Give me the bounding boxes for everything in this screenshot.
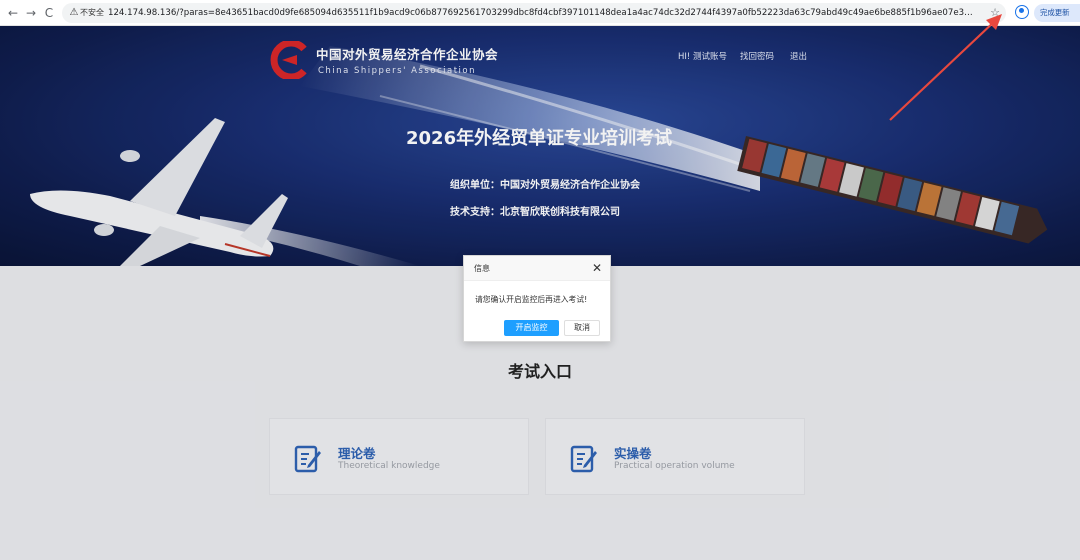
forward-icon[interactable]: → [22, 4, 40, 22]
dialog-title: 信息 [474, 264, 490, 273]
confirm-monitor-dialog: 信息 ✕ 请您确认开启监控后再进入考试! 开启监控 取消 [463, 255, 611, 342]
cancel-button[interactable]: 取消 [564, 320, 600, 336]
insecure-label[interactable]: 不安全 [80, 6, 104, 20]
reload-icon[interactable]: C [40, 4, 58, 22]
dialog-header: 信息 ✕ [464, 256, 610, 281]
annotation-arrow-icon [889, 14, 1002, 121]
close-icon[interactable]: ✕ [592, 260, 602, 276]
update-button[interactable]: 完成更新 [1034, 4, 1080, 22]
profile-icon[interactable] [1015, 5, 1029, 19]
address-bar[interactable]: ⚠ 不安全 124.174.98.136/?paras=8e43651bacd0… [62, 3, 1006, 23]
warning-triangle-icon: ⚠ [69, 7, 79, 18]
back-icon[interactable]: ← [4, 4, 22, 22]
enable-monitoring-button[interactable]: 开启监控 [504, 320, 559, 336]
dialog-message: 请您确认开启监控后再进入考试! [475, 295, 588, 304]
url-text[interactable]: 124.174.98.136/?paras=8e43651bacd0d9fe68… [108, 5, 978, 21]
